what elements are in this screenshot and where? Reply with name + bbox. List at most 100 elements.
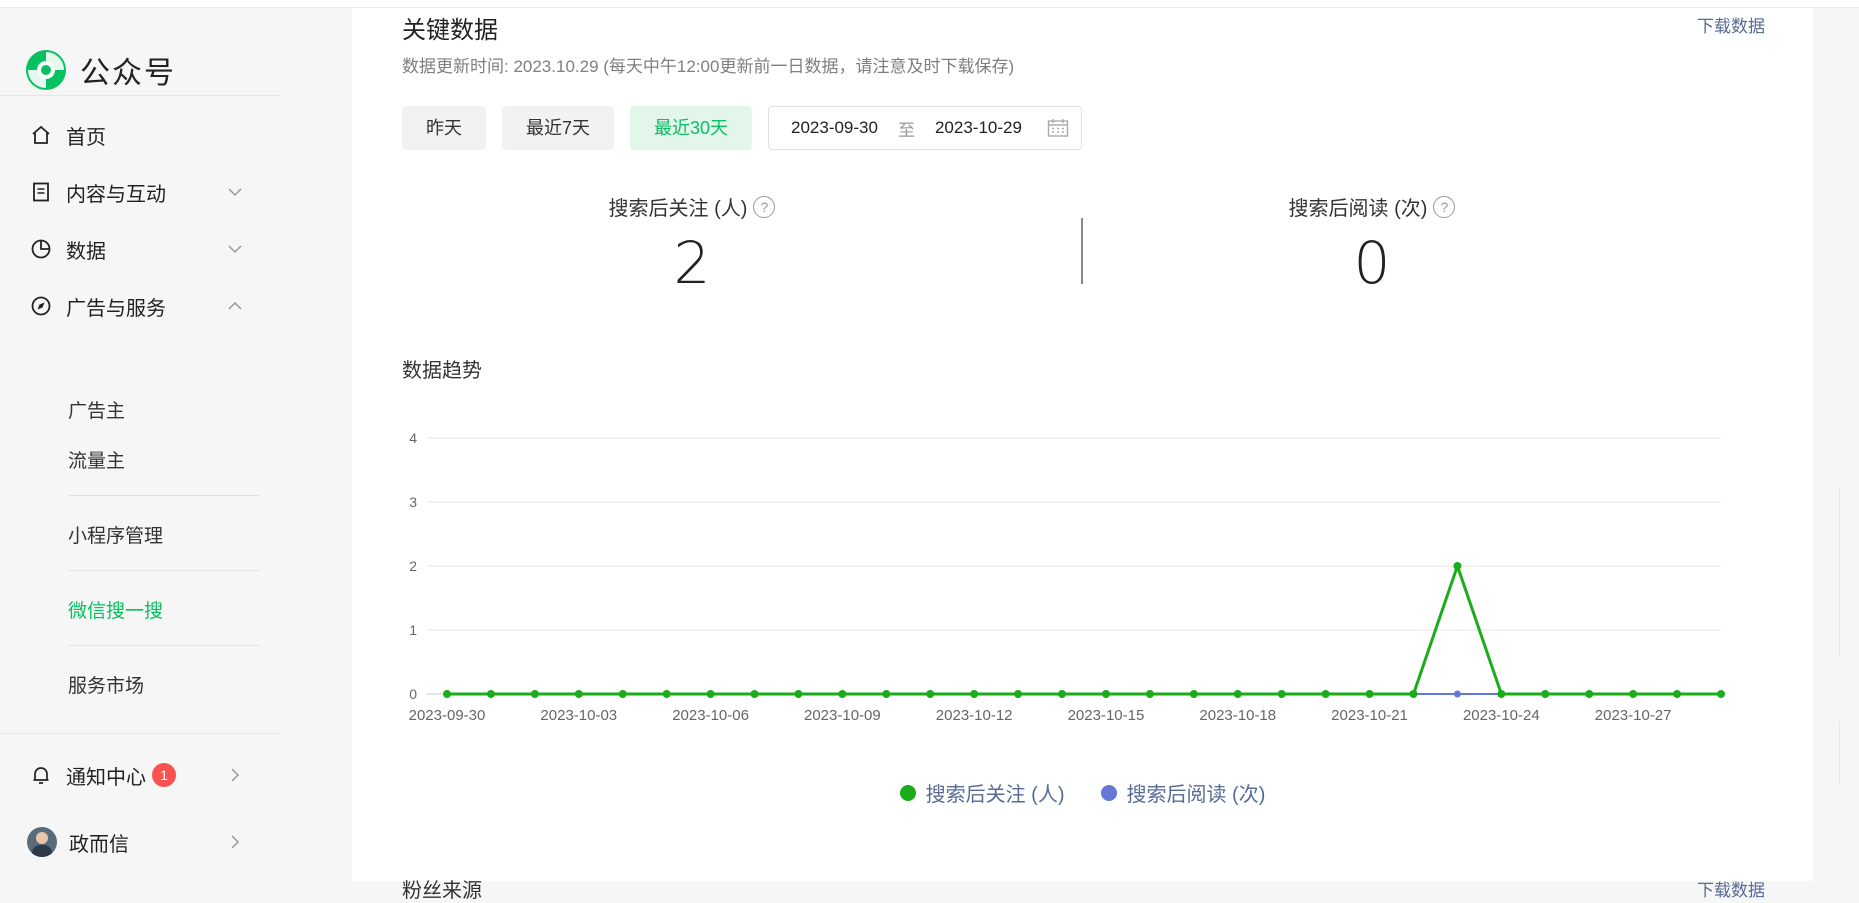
- data-point: [1145, 690, 1154, 698]
- data-point: [1189, 690, 1198, 698]
- logo[interactable]: 公众号: [24, 48, 176, 92]
- nav-notifications[interactable]: 通知中心 1: [30, 755, 245, 795]
- data-point: [1233, 690, 1242, 698]
- y-tick-label: 2: [409, 558, 417, 574]
- date-range-separator: 至: [897, 120, 915, 140]
- home-icon: [32, 125, 50, 144]
- x-tick-label: 2023-10-21: [1331, 707, 1408, 724]
- y-tick-label: 4: [409, 430, 417, 446]
- y-tick-label: 3: [409, 494, 417, 510]
- sidebar-item-miniprogram[interactable]: 小程序管理: [68, 521, 163, 548]
- chevron-right-icon: [231, 835, 240, 849]
- data-point: [1585, 690, 1594, 698]
- data-point: [486, 690, 495, 698]
- divider: [68, 495, 260, 496]
- filter-7days-button[interactable]: 最近7天: [502, 106, 615, 150]
- divider: [0, 95, 282, 96]
- page-title: 关键数据: [402, 17, 498, 44]
- nav-notifications-label: 通知中心: [66, 766, 146, 789]
- compass-icon: [31, 296, 51, 316]
- trend-title: 数据趋势: [402, 360, 482, 382]
- data-point: [443, 690, 451, 698]
- document-icon: [33, 182, 49, 202]
- nav-ads-label: 广告与服务: [66, 297, 166, 320]
- filter-30days-button[interactable]: 最近30天: [630, 106, 753, 150]
- chevron-down-icon: [228, 188, 242, 197]
- legend-item-reads[interactable]: 搜索后阅读 (次): [1100, 778, 1266, 807]
- legend-label: 搜索后关注 (人): [925, 784, 1065, 806]
- data-point: [1101, 690, 1110, 698]
- x-tick-label: 2023-10-06: [672, 707, 749, 724]
- sidebar-item-publisher[interactable]: 流量主: [68, 446, 125, 473]
- data-point: [1409, 690, 1418, 698]
- filter-yesterday-button[interactable]: 昨天: [402, 106, 486, 150]
- sidebar: 公众号 首页 内容与互动 数据 广告与服务 广告主 流量主 小程序管理 微信搜一…: [0, 8, 282, 881]
- y-tick-label: 1: [409, 622, 417, 638]
- data-point: [1058, 690, 1067, 698]
- data-point: [1673, 690, 1682, 698]
- update-note: 数据更新时间: 2023.10.29 (每天中午12:00更新前一日数据，请注意…: [402, 57, 1015, 76]
- kpi-reads: 搜索后阅读 (次) ? 0: [1272, 192, 1472, 297]
- data-point: [530, 690, 539, 698]
- nav-content[interactable]: 内容与互动: [30, 172, 245, 212]
- date-range-picker[interactable]: 2023-09-30 至 2023-10-29: [768, 106, 1082, 150]
- divider: [0, 733, 282, 734]
- x-tick-label: 2023-10-09: [804, 707, 881, 724]
- floating-help-tab[interactable]: [1839, 722, 1840, 784]
- nav-content-label: 内容与互动: [66, 183, 166, 206]
- sidebar-item-service-market[interactable]: 服务市场: [68, 671, 144, 698]
- legend-item-follows[interactable]: 搜索后关注 (人): [899, 778, 1065, 807]
- nav-account[interactable]: 政而信: [27, 822, 245, 862]
- data-point: [574, 690, 583, 698]
- fan-source-title: 粉丝来源: [402, 880, 482, 902]
- data-point: [926, 690, 935, 698]
- data-point: [1365, 690, 1374, 698]
- x-tick-label: 2023-10-24: [1463, 707, 1540, 724]
- pie-chart-icon: [31, 239, 51, 259]
- date-end[interactable]: 2023-10-29: [935, 118, 1022, 138]
- sidebar-item-wechat-search[interactable]: 微信搜一搜: [68, 596, 163, 623]
- account-name: 政而信: [69, 833, 129, 856]
- chevron-down-icon: [228, 245, 242, 254]
- data-point: [1453, 562, 1462, 570]
- x-tick-label: 2023-09-30: [409, 707, 486, 724]
- nav-home-label: 首页: [66, 126, 106, 149]
- sidebar-item-advertiser[interactable]: 广告主: [68, 396, 125, 423]
- help-icon[interactable]: ?: [753, 195, 776, 218]
- divider: [1081, 218, 1083, 284]
- kpi-reads-label: 搜索后阅读 (次): [1288, 198, 1428, 220]
- x-tick-label: 2023-10-03: [540, 707, 617, 724]
- kpi-follows-label: 搜索后关注 (人): [608, 198, 748, 220]
- calendar-icon[interactable]: [1047, 118, 1069, 138]
- floating-panel-tab[interactable]: [1839, 486, 1840, 658]
- download-data-link[interactable]: 下载数据: [1697, 12, 1765, 37]
- data-point: [1277, 690, 1286, 698]
- data-point: [1541, 690, 1550, 698]
- download-data-link[interactable]: 下载数据: [1697, 876, 1765, 901]
- main-panel: 关键数据 下载数据 数据更新时间: 2023.10.29 (每天中午12:00更…: [352, 8, 1813, 902]
- nav-ads[interactable]: 广告与服务: [30, 286, 245, 326]
- nav-home[interactable]: 首页: [30, 115, 245, 155]
- divider: [68, 570, 260, 571]
- x-tick-label: 2023-10-12: [936, 707, 1013, 724]
- app-name: 公众号: [80, 57, 176, 90]
- data-point: [970, 690, 979, 698]
- divider: [68, 645, 260, 646]
- wechat-mp-logo-icon: [26, 50, 66, 90]
- kpi-follows-label-row: 搜索后关注 (人) ?: [592, 192, 792, 221]
- data-point: [1321, 690, 1330, 698]
- chevron-up-icon: [228, 301, 242, 310]
- trend-chart: 0 1 2 3 4 2023-09-30 2023-10-03 2023-10-06 2023-…: [409, 430, 1725, 724]
- help-icon[interactable]: ?: [1433, 195, 1456, 218]
- kpi-reads-value: 0: [1353, 229, 1391, 297]
- data-point: [706, 690, 715, 698]
- data-point: [618, 690, 627, 698]
- x-tick-label: 2023-10-15: [1068, 707, 1145, 724]
- bell-icon: [33, 767, 49, 784]
- date-start[interactable]: 2023-09-30: [791, 118, 878, 138]
- chart-legend: 搜索后关注 (人) 搜索后阅读 (次): [352, 778, 1813, 807]
- kpi-reads-label-row: 搜索后阅读 (次) ?: [1272, 192, 1472, 221]
- nav-data[interactable]: 数据: [30, 229, 245, 269]
- top-bar: [0, 0, 1859, 8]
- legend-label: 搜索后阅读 (次): [1126, 784, 1266, 806]
